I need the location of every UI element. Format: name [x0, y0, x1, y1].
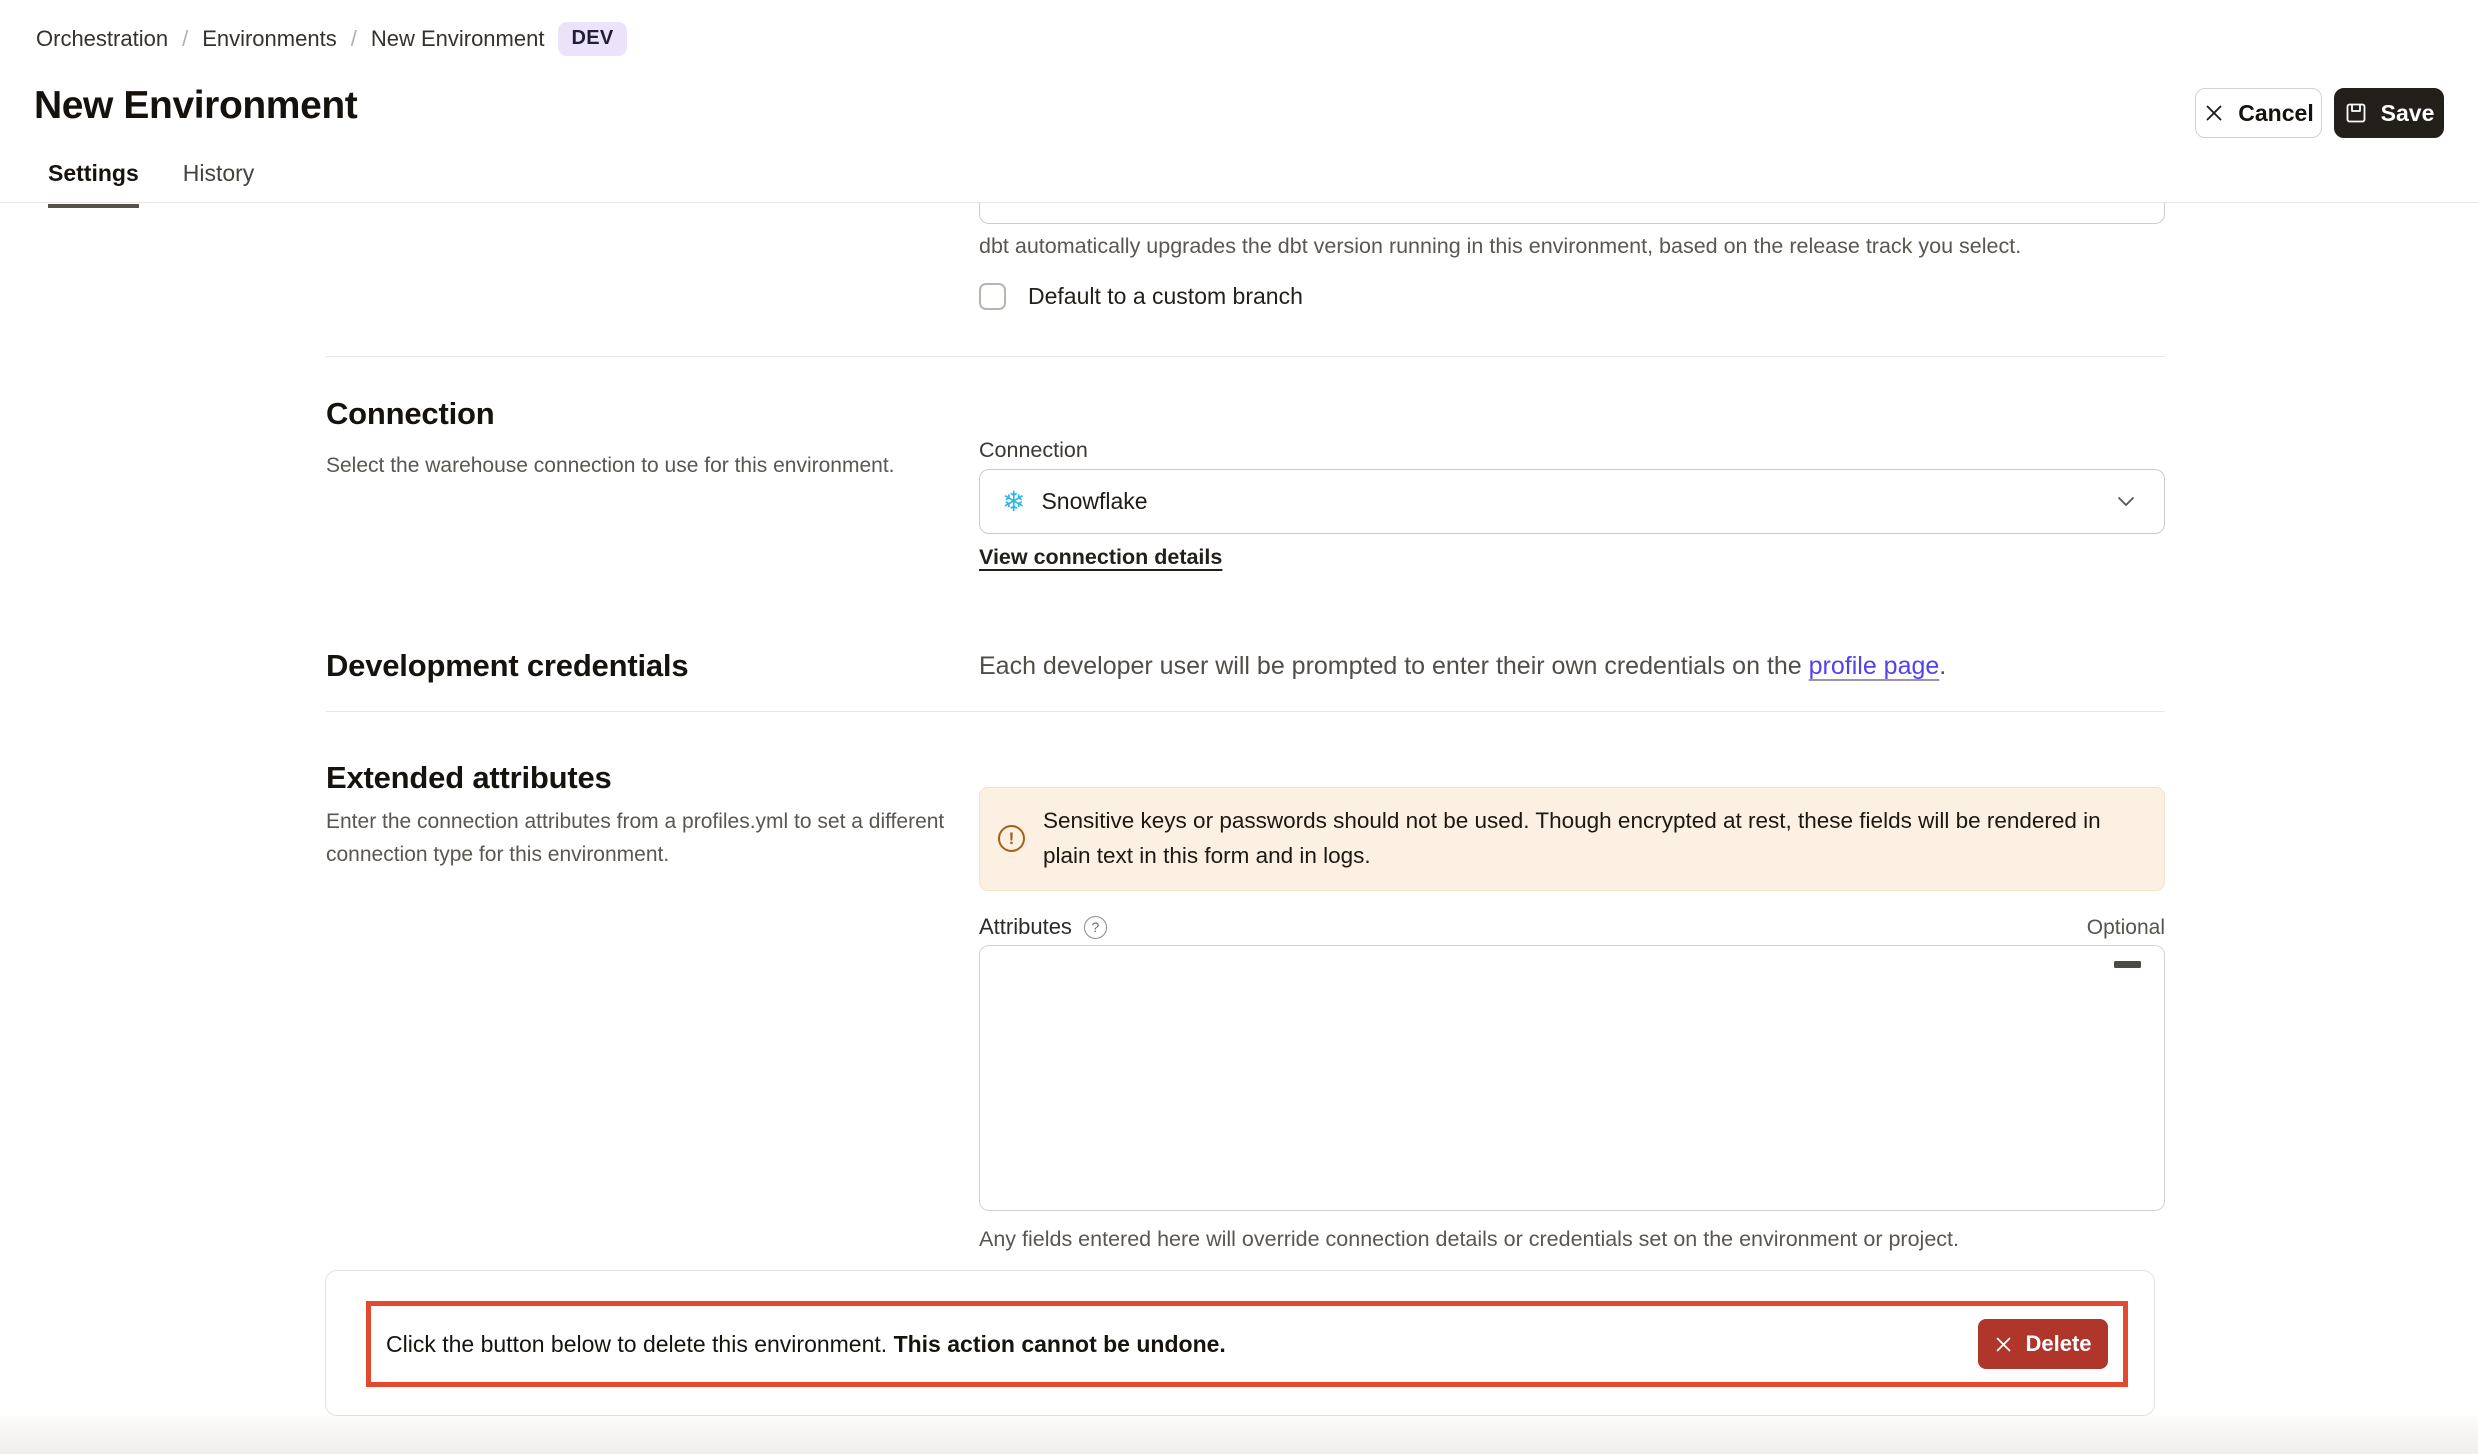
- breadcrumb: Orchestration / Environments / New Envir…: [36, 22, 627, 56]
- attributes-label-row: Attributes ?: [979, 914, 1107, 940]
- delete-row-highlight: Click the button below to delete this en…: [366, 1301, 2128, 1387]
- breadcrumb-separator: /: [182, 26, 188, 52]
- optional-label: Optional: [2087, 916, 2165, 940]
- save-icon: [2344, 101, 2368, 125]
- tab-settings[interactable]: Settings: [48, 160, 139, 208]
- delete-environment-card: Click the button below to delete this en…: [325, 1270, 2155, 1416]
- editor-collapse-icon[interactable]: [2114, 961, 2141, 968]
- attributes-editor-container: [979, 945, 2165, 1211]
- save-button[interactable]: Save: [2334, 88, 2444, 138]
- delete-button-label: Delete: [2025, 1331, 2091, 1357]
- help-icon[interactable]: ?: [1084, 916, 1107, 939]
- dev-credentials-section-title: Development credentials: [326, 648, 688, 684]
- extended-attributes-section-description: Enter the connection attributes from a p…: [326, 806, 976, 871]
- breadcrumb-orchestration[interactable]: Orchestration: [36, 26, 168, 52]
- custom-branch-label: Default to a custom branch: [1028, 283, 1303, 310]
- dev-credentials-description: Each developer user will be prompted to …: [979, 652, 1946, 681]
- close-icon: [1994, 1335, 2013, 1354]
- attributes-helper-text: Any fields entered here will override co…: [979, 1227, 1959, 1252]
- tab-history[interactable]: History: [183, 160, 255, 208]
- dev-credentials-description-suffix: .: [1939, 652, 1946, 680]
- profile-page-link[interactable]: profile page: [1809, 652, 1940, 680]
- connection-field-label: Connection: [979, 438, 1088, 463]
- delete-message-regular: Click the button below to delete this en…: [386, 1331, 894, 1357]
- connection-section-title: Connection: [326, 396, 495, 432]
- breadcrumb-current-page: New Environment: [371, 26, 545, 52]
- snowflake-icon: ❄: [1002, 488, 1025, 516]
- connection-selected-value: Snowflake: [1041, 488, 1147, 515]
- release-track-select-partial[interactable]: [979, 203, 2165, 224]
- cancel-button-label: Cancel: [2238, 100, 2313, 127]
- extended-attributes-section-title: Extended attributes: [326, 760, 612, 796]
- delete-button[interactable]: Delete: [1978, 1319, 2108, 1369]
- connection-select[interactable]: ❄ Snowflake: [979, 469, 2165, 534]
- environment-dev-badge: DEV: [558, 22, 626, 56]
- attributes-editor[interactable]: [980, 946, 2164, 1210]
- warning-message: Sensitive keys or passwords should not b…: [1043, 804, 2130, 874]
- delete-message: Click the button below to delete this en…: [386, 1331, 1226, 1358]
- page-end-background: [0, 1416, 2478, 1454]
- page-title: New Environment: [34, 84, 357, 128]
- breadcrumb-separator: /: [351, 26, 357, 52]
- save-button-label: Save: [2381, 100, 2435, 127]
- chevron-down-icon: [2116, 495, 2136, 508]
- sensitive-keys-warning-banner: ! Sensitive keys or passwords should not…: [979, 787, 2165, 891]
- custom-branch-checkbox[interactable]: [979, 283, 1006, 310]
- attributes-field-label: Attributes: [979, 914, 1072, 940]
- breadcrumb-environments[interactable]: Environments: [202, 26, 337, 52]
- connection-section-description: Select the warehouse connection to use f…: [326, 450, 895, 483]
- close-icon: [2203, 102, 2225, 124]
- section-divider: [326, 711, 2165, 712]
- warning-icon: !: [998, 825, 1025, 852]
- custom-branch-row: Default to a custom branch: [979, 283, 1303, 310]
- delete-message-bold: This action cannot be undone.: [894, 1331, 1226, 1357]
- release-track-helper-text: dbt automatically upgrades the dbt versi…: [979, 234, 2021, 259]
- dev-credentials-description-prefix: Each developer user will be prompted to …: [979, 652, 1809, 680]
- section-divider: [326, 356, 2165, 357]
- tab-bar: Settings History: [48, 160, 254, 208]
- cancel-button[interactable]: Cancel: [2195, 88, 2322, 138]
- view-connection-details-link[interactable]: View connection details: [979, 545, 1222, 570]
- environment-settings-page: Orchestration / Environments / New Envir…: [0, 0, 2478, 1454]
